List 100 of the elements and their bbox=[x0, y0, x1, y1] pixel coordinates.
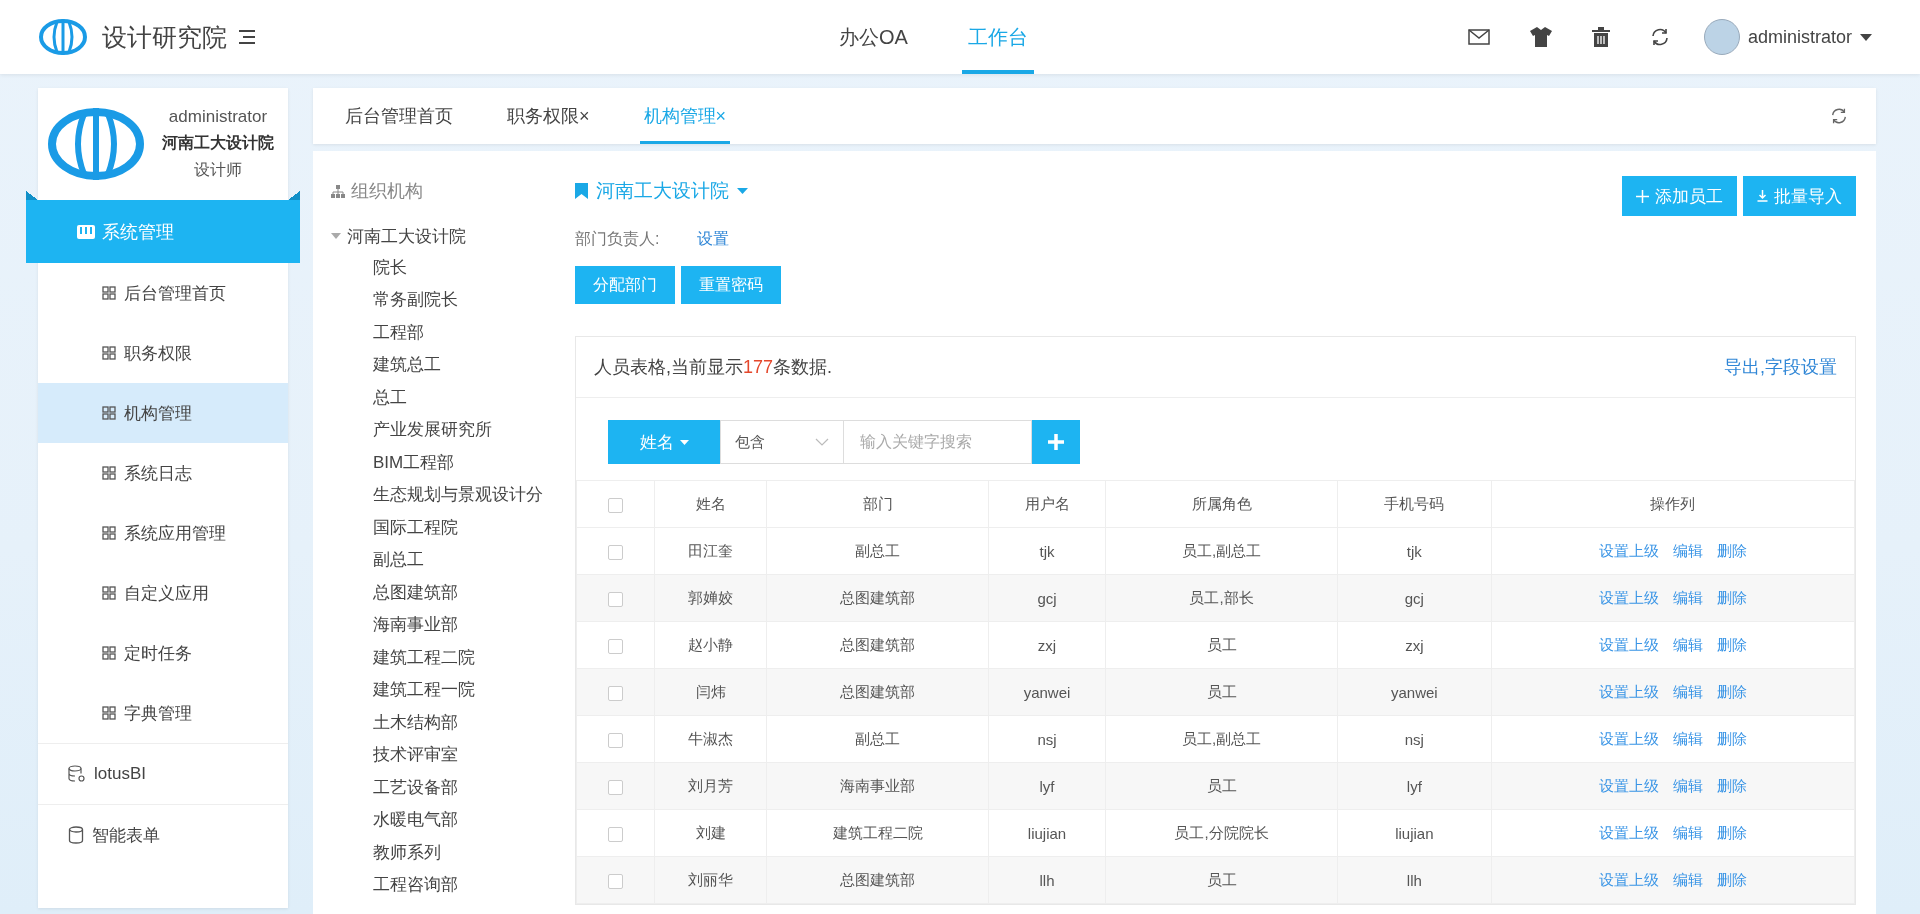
download-icon bbox=[1757, 190, 1768, 202]
table-cell: zxj bbox=[988, 621, 1106, 669]
grid-icon bbox=[102, 586, 116, 600]
table-cell: nsj bbox=[1337, 715, 1492, 763]
bookmark-icon bbox=[575, 183, 588, 199]
row-checkbox[interactable] bbox=[608, 638, 623, 654]
profile-org: 河南工大设计院 bbox=[162, 133, 274, 153]
grid-icon bbox=[102, 706, 116, 720]
table-cell: 员工,副总工 bbox=[1105, 715, 1338, 763]
table-cell: 员工 bbox=[1105, 668, 1338, 716]
set-manager-link[interactable]: 设置 bbox=[697, 228, 730, 250]
tree-node[interactable]: 水暖电气部 bbox=[331, 803, 575, 836]
sidebar-item[interactable]: 系统应用管理 bbox=[38, 503, 288, 563]
table-cell: 牛淑杰 bbox=[654, 715, 767, 763]
table-cell: gcj bbox=[988, 574, 1106, 622]
cylinder-icon bbox=[68, 826, 84, 844]
chevron-down-icon bbox=[815, 438, 829, 446]
tree-node[interactable]: 建筑工程二院 bbox=[331, 641, 575, 674]
user-name[interactable]: administrator bbox=[1747, 26, 1852, 48]
table-cell: 员工,分院院长 bbox=[1105, 809, 1338, 857]
table-cell: zxj bbox=[1337, 621, 1492, 669]
tree-node[interactable]: 常务副院长 bbox=[331, 283, 575, 316]
profile-name: administrator bbox=[168, 107, 268, 127]
column-header: 所属角色 bbox=[1105, 480, 1338, 528]
trash-icon[interactable] bbox=[1591, 27, 1610, 47]
row-checkbox[interactable] bbox=[608, 779, 623, 795]
tree-node[interactable]: 海南事业部 bbox=[331, 608, 575, 641]
app-title: 设计研究院 bbox=[102, 21, 227, 53]
row-checkbox[interactable] bbox=[608, 544, 623, 560]
table-cell: 员工,副总工 bbox=[1105, 527, 1338, 575]
tree-node[interactable]: 建筑工程一院 bbox=[331, 673, 575, 706]
tree-node[interactable]: 总图建筑部 bbox=[331, 576, 575, 609]
refresh-icon[interactable] bbox=[1830, 107, 1848, 125]
table-cell: yanwei bbox=[1337, 668, 1492, 716]
table-cell: 副总工 bbox=[766, 527, 989, 575]
expand-caret-icon[interactable] bbox=[331, 232, 341, 240]
tree-node[interactable]: 教师系列 bbox=[331, 836, 575, 869]
search-field[interactable]: 输入关键字搜索 bbox=[844, 420, 1032, 464]
table-cell: nsj bbox=[988, 715, 1106, 763]
tree-node[interactable]: 建筑总工 bbox=[331, 348, 575, 381]
table-cell: 刘丽华 bbox=[654, 856, 767, 904]
table-cell: llh bbox=[988, 856, 1106, 904]
select-all-checkbox[interactable] bbox=[608, 497, 623, 513]
mail-icon[interactable] bbox=[1467, 29, 1490, 45]
profile-role: 设计师 bbox=[194, 160, 242, 180]
nav-tab[interactable]: 办公OA bbox=[833, 0, 914, 74]
table-cell: 员工 bbox=[1105, 762, 1338, 810]
sidebar-item[interactable]: 字典管理 bbox=[38, 683, 288, 743]
tree-node[interactable]: 工艺设备部 bbox=[331, 771, 575, 804]
table-cell: 田江奎 bbox=[654, 527, 767, 575]
avatar[interactable] bbox=[1703, 19, 1740, 55]
caret-icon[interactable] bbox=[1860, 33, 1872, 41]
row-checkbox[interactable] bbox=[608, 732, 623, 748]
row-checkbox[interactable] bbox=[608, 591, 623, 607]
table-cell: 总图建筑部 bbox=[766, 668, 989, 716]
tree-node[interactable]: 工程咨询部 bbox=[331, 868, 575, 901]
page-tab[interactable]: 后台管理首页 bbox=[341, 88, 457, 144]
tree-node[interactable]: 总工 bbox=[331, 381, 575, 414]
sidebar-item[interactable]: 后台管理首页 bbox=[38, 263, 288, 323]
tree-node[interactable]: 技术评审室 bbox=[331, 738, 575, 771]
row-checkbox[interactable] bbox=[608, 826, 623, 842]
table-cell: yanwei bbox=[988, 668, 1106, 716]
row-checkbox[interactable] bbox=[608, 685, 623, 701]
caret-icon bbox=[679, 439, 689, 445]
tree-node[interactable]: 产业发展研究所 bbox=[331, 413, 575, 446]
sidebar-item[interactable]: lotusBI bbox=[38, 743, 288, 804]
sidebar-item[interactable]: 系统日志 bbox=[38, 443, 288, 503]
table-cell: tjk bbox=[1337, 527, 1492, 575]
tree-node[interactable]: 工程部 bbox=[331, 316, 575, 349]
table-summary: 人员表格,当前显示177条数据. bbox=[594, 356, 833, 379]
export-settings-link[interactable]: 导出,字段设置 bbox=[1724, 355, 1837, 379]
grid-icon bbox=[102, 466, 116, 480]
database-gear-icon bbox=[68, 765, 86, 783]
refresh-icon[interactable] bbox=[1649, 27, 1670, 47]
tree-node[interactable]: 河南工大设计院 bbox=[347, 224, 466, 248]
shirt-icon[interactable] bbox=[1529, 27, 1552, 47]
tree-node[interactable]: 土木结构部 bbox=[331, 706, 575, 739]
tree-node[interactable]: 副总工 bbox=[331, 543, 575, 576]
row-checkbox[interactable] bbox=[608, 873, 623, 889]
sidebar-item[interactable]: 智能表单 bbox=[38, 804, 288, 865]
tree-node[interactable]: 生态规划与景观设计分 bbox=[331, 478, 575, 511]
sidebar-item[interactable]: 机构管理 bbox=[38, 383, 288, 443]
add-filter-button[interactable] bbox=[1032, 420, 1080, 464]
table-cell: lyf bbox=[1337, 762, 1492, 810]
tree-node[interactable]: 院长 bbox=[331, 251, 575, 284]
table-cell: 员工 bbox=[1105, 621, 1338, 669]
table-cell: 刘建 bbox=[654, 809, 767, 857]
page-tab[interactable]: 职务权限× bbox=[503, 88, 594, 144]
table-cell: 海南事业部 bbox=[766, 762, 989, 810]
sidebar-item[interactable]: 自定义应用 bbox=[38, 563, 288, 623]
operator-select[interactable]: 包含 bbox=[720, 420, 844, 464]
grid-icon bbox=[102, 646, 116, 660]
table-cell: liujian bbox=[1337, 809, 1492, 857]
menu-icon[interactable] bbox=[237, 29, 257, 45]
tree-node[interactable]: 国际工程院 bbox=[331, 511, 575, 544]
sidebar-item[interactable]: 职务权限 bbox=[38, 323, 288, 383]
plus-icon bbox=[1636, 189, 1649, 203]
sidebar-item[interactable]: 定时任务 bbox=[38, 623, 288, 683]
grid-icon bbox=[102, 526, 116, 540]
tree-node[interactable]: BIM工程部 bbox=[331, 446, 575, 479]
